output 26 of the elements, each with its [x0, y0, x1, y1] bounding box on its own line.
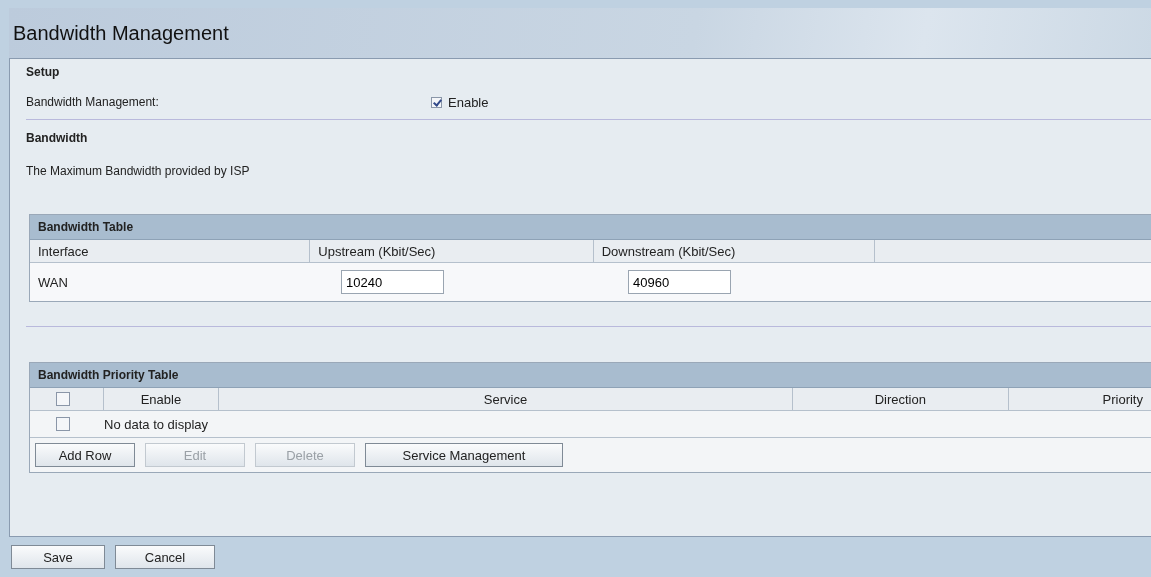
column-header: Service	[219, 388, 793, 410]
column-header: Downstream (Kbit/Sec)	[593, 240, 875, 262]
checkbox[interactable]	[431, 96, 442, 108]
cancel-button[interactable]: Cancel	[115, 545, 215, 569]
column-header: Upstream (Kbit/Sec)	[310, 240, 594, 262]
table-title: Bandwidth Table	[30, 215, 1151, 240]
save-button[interactable]: Save	[11, 545, 105, 569]
table-cell-text: WAN	[37, 274, 69, 290]
section-heading: Setup	[26, 65, 60, 79]
description-text: The Maximum Bandwidth provided by ISP	[26, 164, 250, 178]
upstream-field[interactable]: 10240	[341, 270, 444, 294]
checkbox-label: Enable	[448, 94, 489, 110]
section-heading: Bandwidth	[26, 131, 88, 145]
empty-message: No data to display	[104, 416, 209, 432]
service-management-button[interactable]: Service Management	[365, 443, 563, 467]
add-row-button[interactable]: Add Row	[35, 443, 135, 467]
row-checkbox[interactable]	[56, 417, 70, 431]
column-header: Interface	[30, 240, 311, 262]
field-label: Bandwidth Management:	[26, 95, 160, 109]
downstream-field[interactable]: 40960	[628, 270, 731, 294]
column-header: Direction	[792, 388, 1009, 410]
select-all-checkbox[interactable]	[56, 392, 70, 406]
table-title: Bandwidth Priority Table	[30, 363, 1151, 388]
page-title: Bandwidth Management	[9, 8, 1151, 58]
column-header: Enable	[103, 388, 220, 410]
column-header: Priority	[1008, 388, 1151, 410]
